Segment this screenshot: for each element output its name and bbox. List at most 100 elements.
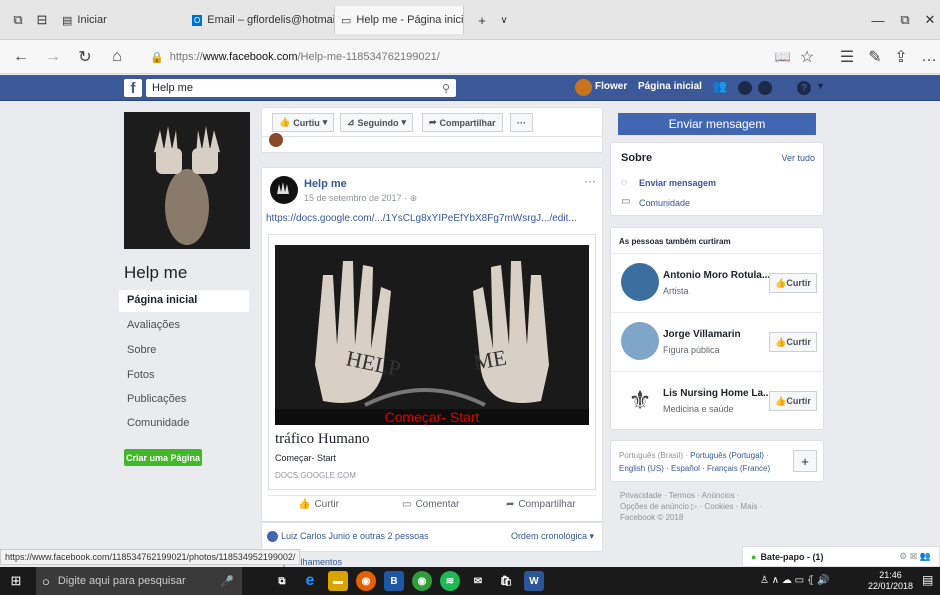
like-page-button[interactable]: 👍 Curtir <box>769 332 817 352</box>
nav-home[interactable]: Página inicial <box>119 290 249 312</box>
avatar[interactable] <box>575 79 592 96</box>
file-explorer-icon[interactable]: ▬ <box>328 571 348 591</box>
post-link[interactable]: https://docs.google.com/.../1YsCLg8xYIPe… <box>266 213 577 224</box>
more-actions-button[interactable]: ··· <box>510 113 533 132</box>
page-profile-photo[interactable] <box>124 112 250 249</box>
set-aside-tabs-icon[interactable]: ⊟ <box>30 6 54 34</box>
url-path: /Help-me-118534762199021/ <box>297 51 440 63</box>
store-icon[interactable]: 🛍 <box>496 571 516 591</box>
clock[interactable]: 21:46 22/01/2018 <box>868 570 913 592</box>
nav-photos[interactable]: Fotos <box>119 365 249 387</box>
restore-icon[interactable]: ⧉ <box>893 6 917 34</box>
task-view-icon[interactable]: ⧉ <box>272 571 292 591</box>
nav-reviews[interactable]: Avaliações <box>119 315 249 337</box>
action-center-icon[interactable]: ▤ <box>922 573 933 587</box>
liker-name[interactable]: Jorge Villamarin <box>663 329 741 340</box>
search-icon[interactable]: ⚲ <box>442 82 450 95</box>
tab-preview-icon[interactable]: ⧉ <box>6 6 30 34</box>
link-preview[interactable]: HELP ME Começar- Start tráfico Humano Co… <box>268 234 596 490</box>
like-page-button[interactable]: 👍 Curtir <box>769 391 817 411</box>
create-page-button[interactable]: Criar uma Página <box>124 449 202 466</box>
liker-name[interactable]: Lis Nursing Home La... <box>663 388 771 399</box>
language-selected[interactable]: Português (Portugal) <box>690 451 764 460</box>
messages-icon[interactable] <box>738 81 752 95</box>
avatar[interactable] <box>621 322 659 360</box>
spotify-icon[interactable]: ≋ <box>440 571 460 591</box>
page-name: Help me <box>124 263 188 282</box>
tab-help-me[interactable]: ▭Help me - Página inicial✕ <box>334 6 464 34</box>
windows-start-icon[interactable]: ⊞ <box>6 571 26 591</box>
sort-order-dropdown[interactable]: Ordem cronológica ▾ <box>511 531 594 542</box>
windows-taskbar: ⊞ ○ Digite aqui para pesquisar 🎤 ⧉ e ▬ ◉… <box>0 567 940 595</box>
forward-icon[interactable]: → <box>40 44 66 70</box>
facebook-logo-icon[interactable]: f <box>124 79 142 97</box>
address-bar-row: ← → ↻ ⌂ 🔒 https://www.facebook.com/Help-… <box>0 40 940 74</box>
reactions-text[interactable]: Luiz Carlos Junio e outras 2 pessoas <box>281 531 429 541</box>
tab-email[interactable]: O Email – gflordelis@hotmail. <box>186 6 334 34</box>
notes-pen-icon[interactable]: ✎ <box>862 44 888 70</box>
app-b-icon[interactable]: B <box>384 571 404 591</box>
url-domain: www.facebook.com <box>202 51 298 63</box>
search-input[interactable]: Help me ⚲ <box>146 79 456 97</box>
system-tray-icons[interactable]: ♙ ∧ ☁ ▭ ⦃ 🔊 <box>760 575 829 586</box>
liker-name[interactable]: Antonio Moro Rotula... <box>663 270 770 281</box>
notifications-icon[interactable] <box>758 81 772 95</box>
firefox-icon[interactable]: ◉ <box>356 571 376 591</box>
home-link[interactable]: Página inicial <box>638 81 702 92</box>
nav-about[interactable]: Sobre <box>119 340 249 362</box>
url-field[interactable]: 🔒 https://www.facebook.com/Help-me-11853… <box>150 45 790 69</box>
divider <box>268 495 596 496</box>
favorite-star-icon[interactable]: ☆ <box>794 44 820 70</box>
nav-community[interactable]: Comunidade <box>119 413 249 435</box>
language-options[interactable]: English (US) · Español · Français (Franc… <box>619 464 770 473</box>
following-button[interactable]: ⊿ Seguindo ▾ <box>340 113 414 132</box>
refresh-icon[interactable]: ↻ <box>72 44 98 70</box>
about-send-message-link[interactable]: Enviar mensagem <box>639 178 716 188</box>
home-icon[interactable]: ⌂ <box>104 44 130 70</box>
minimize-icon[interactable]: — <box>866 6 890 34</box>
word-icon[interactable]: W <box>524 571 544 591</box>
comment-button[interactable]: ▭ Comentar <box>402 499 459 510</box>
share-post-button[interactable]: ➦ Compartilhar <box>506 499 576 510</box>
more-icon[interactable]: … <box>916 44 940 70</box>
share-icon[interactable]: ⇪ <box>888 44 914 70</box>
account-menu-icon[interactable]: ▾ <box>818 81 823 92</box>
author-avatar[interactable] <box>270 176 298 204</box>
edge-icon[interactable]: e <box>300 571 320 591</box>
about-community-link[interactable]: Comunidade <box>639 198 690 208</box>
taskbar-search[interactable]: ○ Digite aqui para pesquisar 🎤 <box>36 567 242 595</box>
tab-iniciar[interactable]: ▤ Iniciar <box>56 6 186 34</box>
chat-bar[interactable]: ● Bate-papo - (1) ⚙ ⊠ 👥 <box>742 546 940 567</box>
liker-type: Artista <box>663 286 689 296</box>
avatar[interactable] <box>621 263 659 301</box>
mail-icon[interactable]: ✉ <box>468 571 488 591</box>
post-date[interactable]: 15 de setembro de 2017 · ⊕ <box>304 193 417 204</box>
nav-posts[interactable]: Publicações <box>119 389 249 411</box>
share-page-button[interactable]: ➦ Compartilhar <box>422 113 503 132</box>
liker-type: Medicina e saúde <box>663 404 734 414</box>
like-page-button[interactable]: 👍 Curtir <box>769 273 817 293</box>
post-options-icon[interactable]: ··· <box>584 174 596 188</box>
new-tab-icon[interactable]: + <box>470 6 494 34</box>
see-all-link[interactable]: Ver tudo <box>781 153 815 163</box>
link-title[interactable]: tráfico Humano <box>275 431 370 448</box>
microphone-icon[interactable]: 🎤 <box>220 575 234 588</box>
chevron-down-icon[interactable]: ∨ <box>492 6 516 34</box>
back-icon[interactable]: ← <box>8 44 34 70</box>
post-author[interactable]: Help me <box>304 178 347 190</box>
about-title: Sobre <box>621 152 653 164</box>
fleur-de-lis-icon[interactable]: ⚜ <box>621 381 659 419</box>
friend-requests-icon[interactable]: 👥 <box>712 79 727 93</box>
add-language-button[interactable]: + <box>793 450 817 472</box>
liked-button[interactable]: 👍 Curtiu ▾ <box>272 113 335 132</box>
send-message-button[interactable]: Enviar mensagem <box>618 113 816 135</box>
like-button[interactable]: 👍 Curtir <box>298 499 339 510</box>
chrome-icon[interactable]: ◉ <box>412 571 432 591</box>
help-icon[interactable]: ? <box>797 81 811 95</box>
reading-view-icon[interactable]: 📖 <box>770 44 796 70</box>
close-window-icon[interactable]: ✕ <box>918 6 940 34</box>
favorites-hub-icon[interactable]: ☰ <box>834 44 860 70</box>
profile-link[interactable]: Flower <box>595 81 627 92</box>
chat-settings-icon[interactable]: ⚙ ⊠ 👥 <box>899 551 931 562</box>
like-reaction-icon <box>267 531 278 542</box>
